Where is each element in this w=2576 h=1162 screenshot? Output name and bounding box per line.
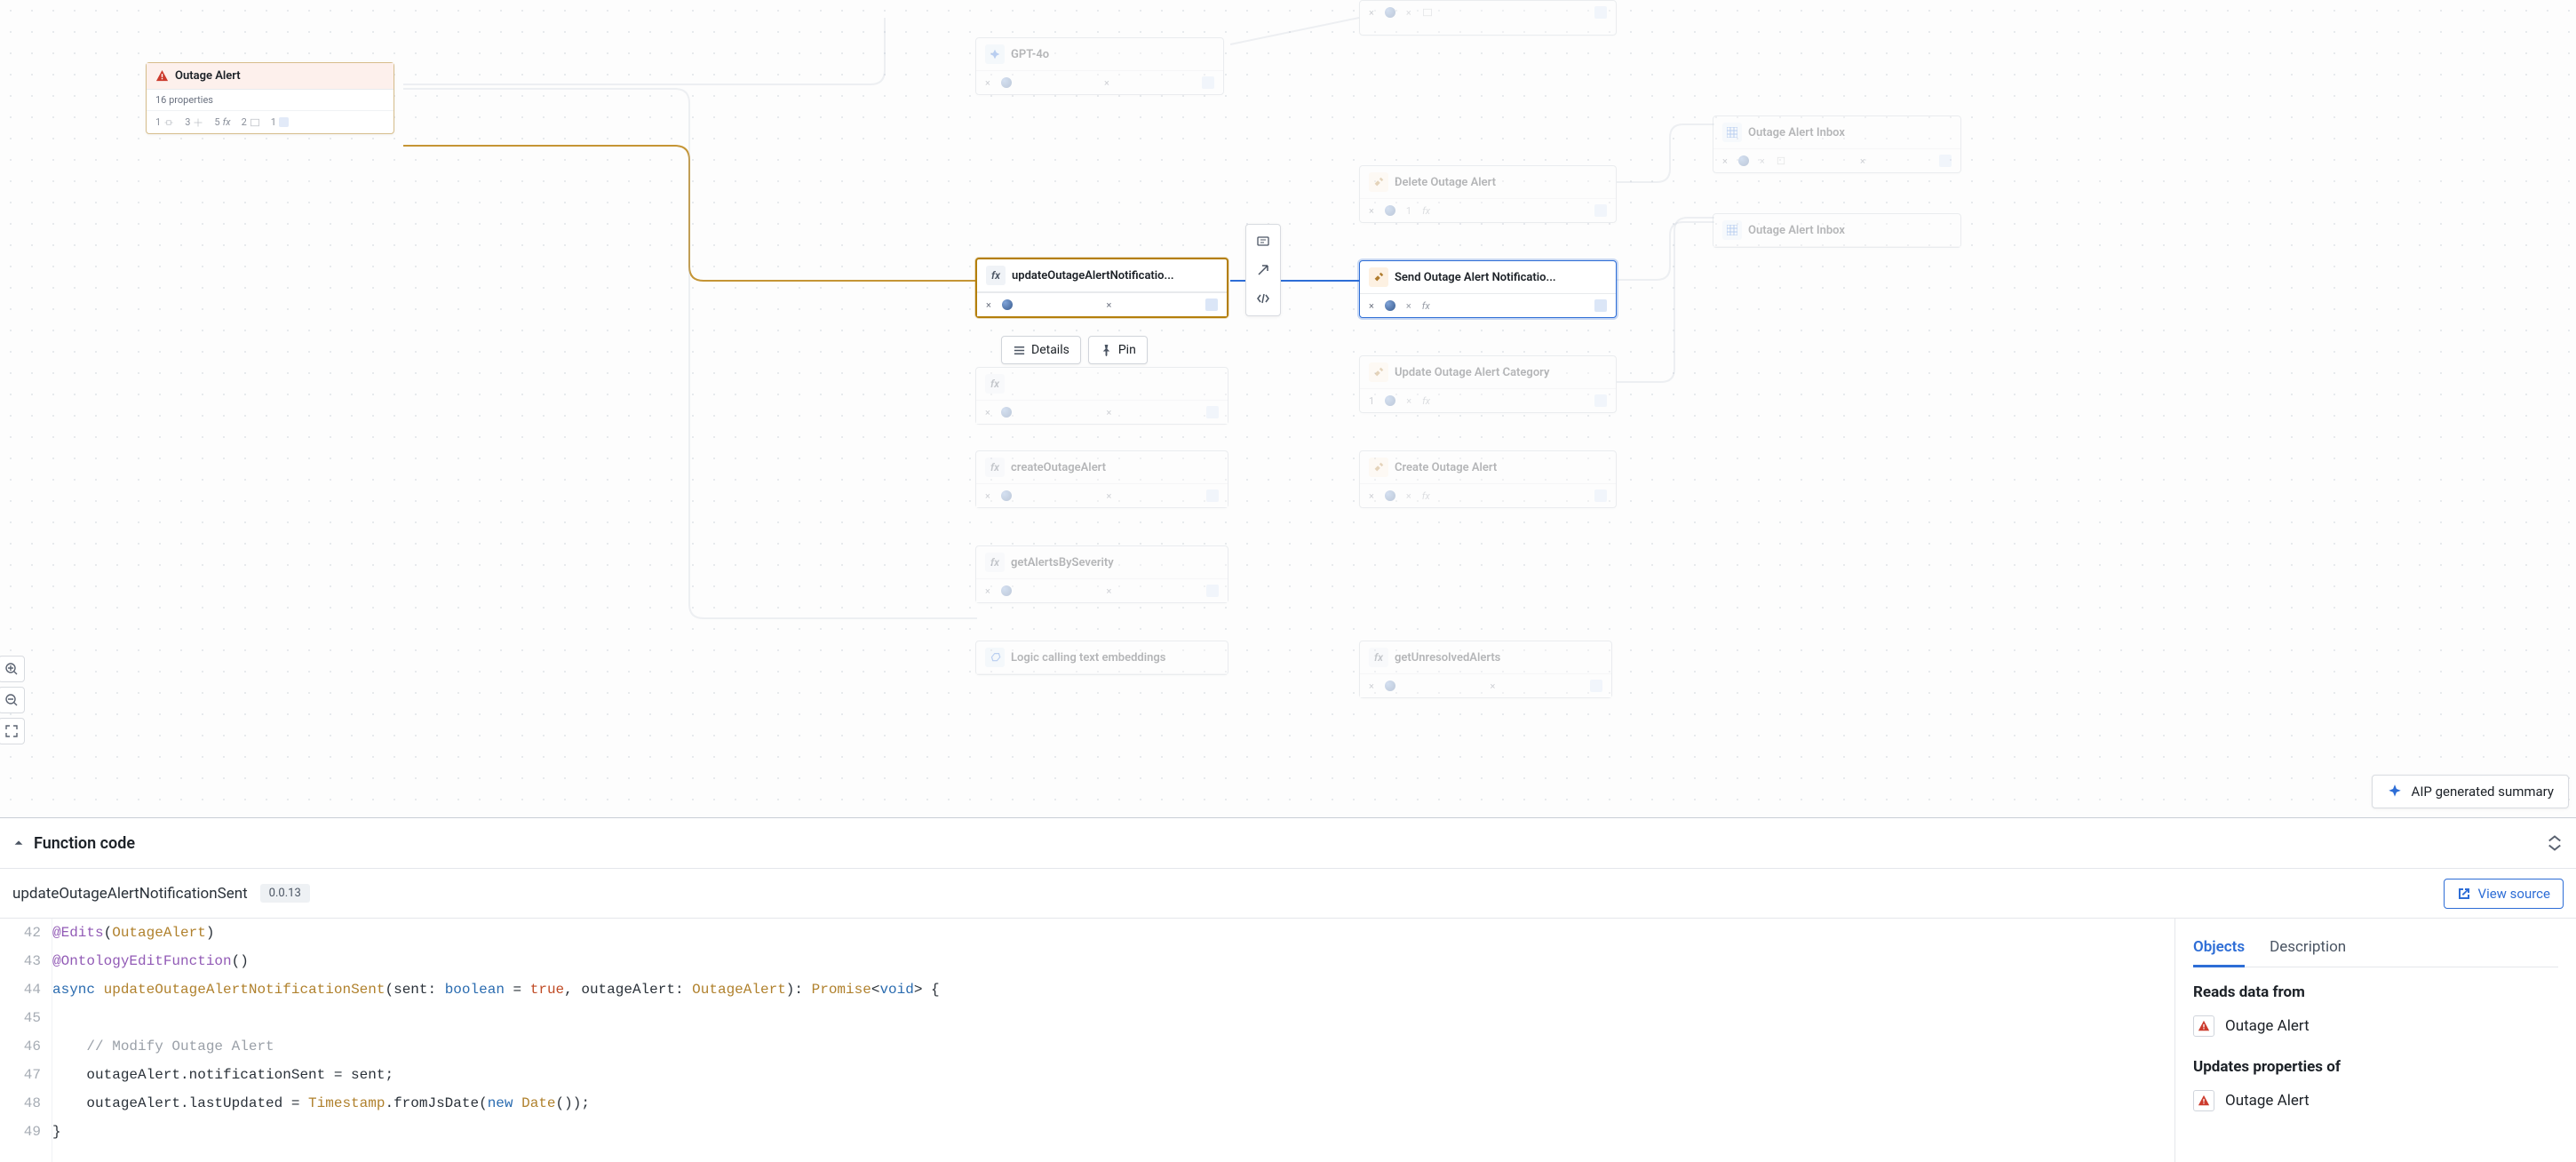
expand-panel-icon[interactable] [2546,834,2564,852]
fx-icon: fx [985,374,1005,394]
fx-icon: fx [1369,648,1388,667]
tool-expand-icon[interactable] [1251,258,1276,283]
reads-object[interactable]: Outage Alert [2193,1010,2558,1051]
ai-icon [985,44,1005,64]
gavel-icon [1369,172,1388,192]
fx-icon: fx [986,266,1006,285]
pin-button[interactable]: Pin [1088,336,1148,364]
fx-node-title: updateOutageAlertNotificatio... [1012,269,1174,283]
fx-node-selected[interactable]: fx updateOutageAlertNotificatio... ×× [975,258,1228,318]
gavel-icon [1369,362,1388,382]
function-name: updateOutageAlertNotificationSent [12,885,248,903]
object-stats: 1 3 5fx 2 1 [147,111,394,133]
alert-icon [2193,1015,2214,1037]
node-action-bar: Details Pin [1001,336,1148,364]
code-editor[interactable]: 4243444546474849 @Edits(OutageAlert) @On… [0,919,2174,1162]
fx-node-create[interactable]: fxcreateOutageAlert ×× [975,450,1228,508]
fit-button[interactable] [0,718,25,744]
fx-icon: fx [985,553,1005,572]
alert-icon [2193,1090,2214,1111]
tab-description[interactable]: Description [2270,931,2346,967]
fx-icon: fx [985,458,1005,477]
fx-icon: ⎔ [985,648,1005,667]
db-node-inbox-1[interactable]: Outage Alert Inbox ××× [1713,115,1961,173]
tool-message-icon[interactable] [1251,229,1276,254]
action-node-partial-top[interactable]: ×× [1359,0,1617,36]
details-button[interactable]: Details [1001,336,1081,364]
code-gutter: 4243444546474849 [0,919,52,1162]
ontology-canvas[interactable]: Outage Alert 16 properties 1 3 5fx 2 1 G… [0,0,2576,817]
fx-node-anon[interactable]: fx ×× [975,367,1228,425]
open-icon [2457,887,2471,901]
sparkle-icon [2387,784,2403,800]
db-node-inbox-2[interactable]: Outage Alert Inbox [1713,213,1961,248]
object-node-outage-alert[interactable]: Outage Alert 16 properties 1 3 5fx 2 1 [146,62,394,134]
updates-object[interactable]: Outage Alert [2193,1085,2558,1126]
zoom-rail [0,656,25,747]
function-version: 0.0.13 [260,884,310,903]
side-panel: Objects Description Reads data from Outa… [2174,919,2576,1162]
function-panel-header[interactable]: Function code [0,817,2576,869]
gavel-icon [1369,458,1388,477]
aip-summary-button[interactable]: AIP generated summary [2372,775,2569,808]
zoom-in-button[interactable] [0,656,25,682]
updates-heading: Updates properties of [2193,1058,2558,1076]
code-content: @Edits(OutageAlert) @OntologyEditFunctio… [52,919,2174,1162]
object-node-title: Outage Alert [175,69,241,83]
fx-node-getsev[interactable]: fxgetAlertsBySeverity ×× [975,545,1228,603]
action-node-updatecat[interactable]: Update Outage Alert Category 1×fx [1359,355,1617,413]
grid-icon [1722,220,1742,240]
chevron-down-icon [12,837,25,849]
side-tabs: Objects Description [2193,931,2558,967]
action-node-create[interactable]: Create Outage Alert ××fx [1359,450,1617,508]
node-tool-rail [1245,224,1281,316]
grid-icon [1722,123,1742,142]
gavel-icon [1369,267,1388,287]
view-source-button[interactable]: View source [2444,879,2564,909]
fx-node-unres[interactable]: fxgetUnresolvedAlerts ×× [1359,641,1612,698]
tool-code-icon[interactable] [1251,286,1276,311]
ai-node-gpt4o[interactable]: GPT-4o ×× [975,37,1224,95]
alert-icon [155,69,169,83]
action-node-delete[interactable]: Delete Outage Alert ×1fx [1359,165,1617,223]
object-properties-count: 16 properties [147,90,394,111]
zoom-out-button[interactable] [0,687,25,713]
fx-node-logic[interactable]: ⎔Logic calling text embeddings [975,641,1228,675]
function-subheader: updateOutageAlertNotificationSent 0.0.13… [0,869,2576,919]
reads-heading: Reads data from [2193,983,2558,1001]
panel-title: Function code [34,834,135,853]
action-node-send[interactable]: Send Outage Alert Notificatio... ××fx [1359,260,1617,318]
tab-objects[interactable]: Objects [2193,931,2245,967]
